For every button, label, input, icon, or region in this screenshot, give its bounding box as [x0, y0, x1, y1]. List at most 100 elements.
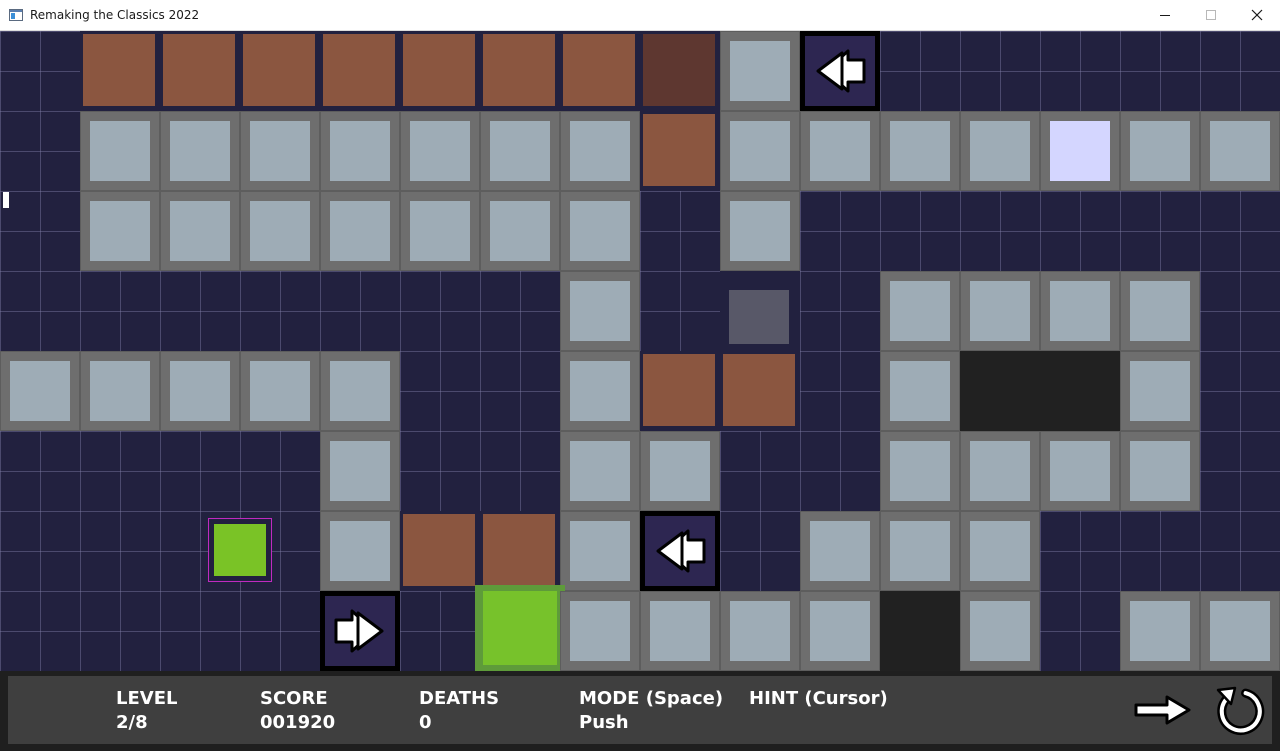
crate-tile — [240, 31, 320, 111]
floor-tile — [240, 111, 320, 191]
arrow-right-icon — [1134, 695, 1191, 725]
floor-tile — [960, 511, 1040, 591]
floor-tile — [560, 511, 640, 591]
floor-tile — [880, 351, 960, 431]
hint-label[interactable]: HINT (Cursor) — [749, 688, 888, 709]
level-label: LEVEL — [116, 688, 178, 709]
side-marker — [3, 192, 9, 208]
floor-tile — [480, 191, 560, 271]
floor-tile — [720, 591, 800, 671]
floor-tile — [560, 271, 640, 351]
restart-button[interactable] — [1214, 682, 1268, 738]
floor-tile — [320, 351, 400, 431]
floor-tile — [1040, 431, 1120, 511]
floor-tile — [1120, 271, 1200, 351]
close-button[interactable] — [1234, 0, 1280, 30]
deaths-label: DEATHS — [419, 688, 500, 709]
floor-tile — [240, 351, 320, 431]
pit-tile — [1040, 351, 1120, 431]
hud-bar: LEVEL 2/8 SCORE 001920 DEATHS 0 MODE (Sp… — [0, 671, 1280, 751]
floor-tile — [160, 351, 240, 431]
floor-tile — [560, 431, 640, 511]
score-label: SCORE — [260, 688, 328, 709]
floor-tile — [1040, 271, 1120, 351]
floor-tile — [1120, 431, 1200, 511]
floor-tile — [320, 511, 400, 591]
floor-tile — [880, 271, 960, 351]
crate-tile — [320, 31, 400, 111]
dark-crate-tile — [640, 31, 720, 111]
floor-tile — [960, 591, 1040, 671]
game-window: Remaking the Classics 2022 LEVEL 2/8 SCO… — [0, 0, 1280, 751]
crate-tile — [560, 31, 640, 111]
next-level-button[interactable] — [1133, 694, 1193, 726]
floor-tile — [960, 431, 1040, 511]
crate-tile — [480, 511, 560, 591]
floor-tile — [1120, 111, 1200, 191]
floor-tile — [160, 191, 240, 271]
mode-label: MODE (Space) — [579, 688, 724, 709]
floor-tile — [560, 111, 640, 191]
floor-tile — [720, 111, 800, 191]
app-window-icon — [9, 9, 23, 21]
floor-tile — [80, 191, 160, 271]
crate-tile — [160, 31, 240, 111]
floor-tile — [400, 111, 480, 191]
goal-tile — [720, 271, 800, 351]
floor-tile — [400, 191, 480, 271]
minimize-icon — [1160, 15, 1170, 16]
exit-tile — [475, 585, 565, 671]
crate-tile — [720, 351, 800, 431]
floor-tile — [880, 111, 960, 191]
floor-tile — [560, 191, 640, 271]
floor-tile — [1200, 111, 1280, 191]
floor-tile — [80, 111, 160, 191]
maximize-button[interactable] — [1188, 0, 1234, 30]
mode-value: Push — [579, 712, 629, 733]
pit-tile — [960, 351, 1040, 431]
crate-tile — [400, 511, 480, 591]
arrow-left-tile — [640, 511, 720, 591]
floor-tile — [1200, 591, 1280, 671]
floor-tile — [800, 591, 880, 671]
floor-tile — [320, 191, 400, 271]
crate-tile — [80, 31, 160, 111]
game-board[interactable] — [0, 31, 1280, 671]
crate-tile — [400, 31, 480, 111]
floor-tile — [720, 191, 800, 271]
floor-tile — [80, 351, 160, 431]
floor-tile — [240, 191, 320, 271]
crate-tile — [640, 111, 720, 191]
minimize-button[interactable] — [1142, 0, 1188, 30]
crate-tile — [640, 351, 720, 431]
floor-tile — [960, 271, 1040, 351]
restart-icon — [1216, 686, 1265, 735]
close-icon — [1251, 9, 1263, 21]
floor-tile — [800, 511, 880, 591]
floor-tile — [640, 431, 720, 511]
floor-tile — [1120, 591, 1200, 671]
arrow-right-tile — [320, 591, 400, 671]
level-value: 2/8 — [116, 712, 148, 733]
hud-panel: LEVEL 2/8 SCORE 001920 DEATHS 0 MODE (Sp… — [8, 676, 1272, 744]
double-arrow-right-icon — [334, 609, 384, 653]
floor-tile — [960, 111, 1040, 191]
floor-tile — [800, 111, 880, 191]
score-value: 001920 — [260, 712, 336, 733]
title-bar: Remaking the Classics 2022 — [0, 0, 1280, 31]
floor-tile — [720, 31, 800, 111]
arrow-left-tile — [800, 31, 880, 111]
maximize-icon — [1206, 10, 1216, 20]
floor-tile — [880, 511, 960, 591]
double-arrow-left-icon — [656, 529, 706, 573]
floor-tile — [560, 591, 640, 671]
floor-tile — [0, 351, 80, 431]
floor-tile — [320, 431, 400, 511]
floor-tile — [560, 351, 640, 431]
floor-tile — [880, 431, 960, 511]
start-tile — [1040, 111, 1120, 191]
pit-tile — [880, 591, 960, 671]
floor-tile — [320, 111, 400, 191]
deaths-value: 0 — [419, 712, 432, 733]
floor-tile — [160, 111, 240, 191]
